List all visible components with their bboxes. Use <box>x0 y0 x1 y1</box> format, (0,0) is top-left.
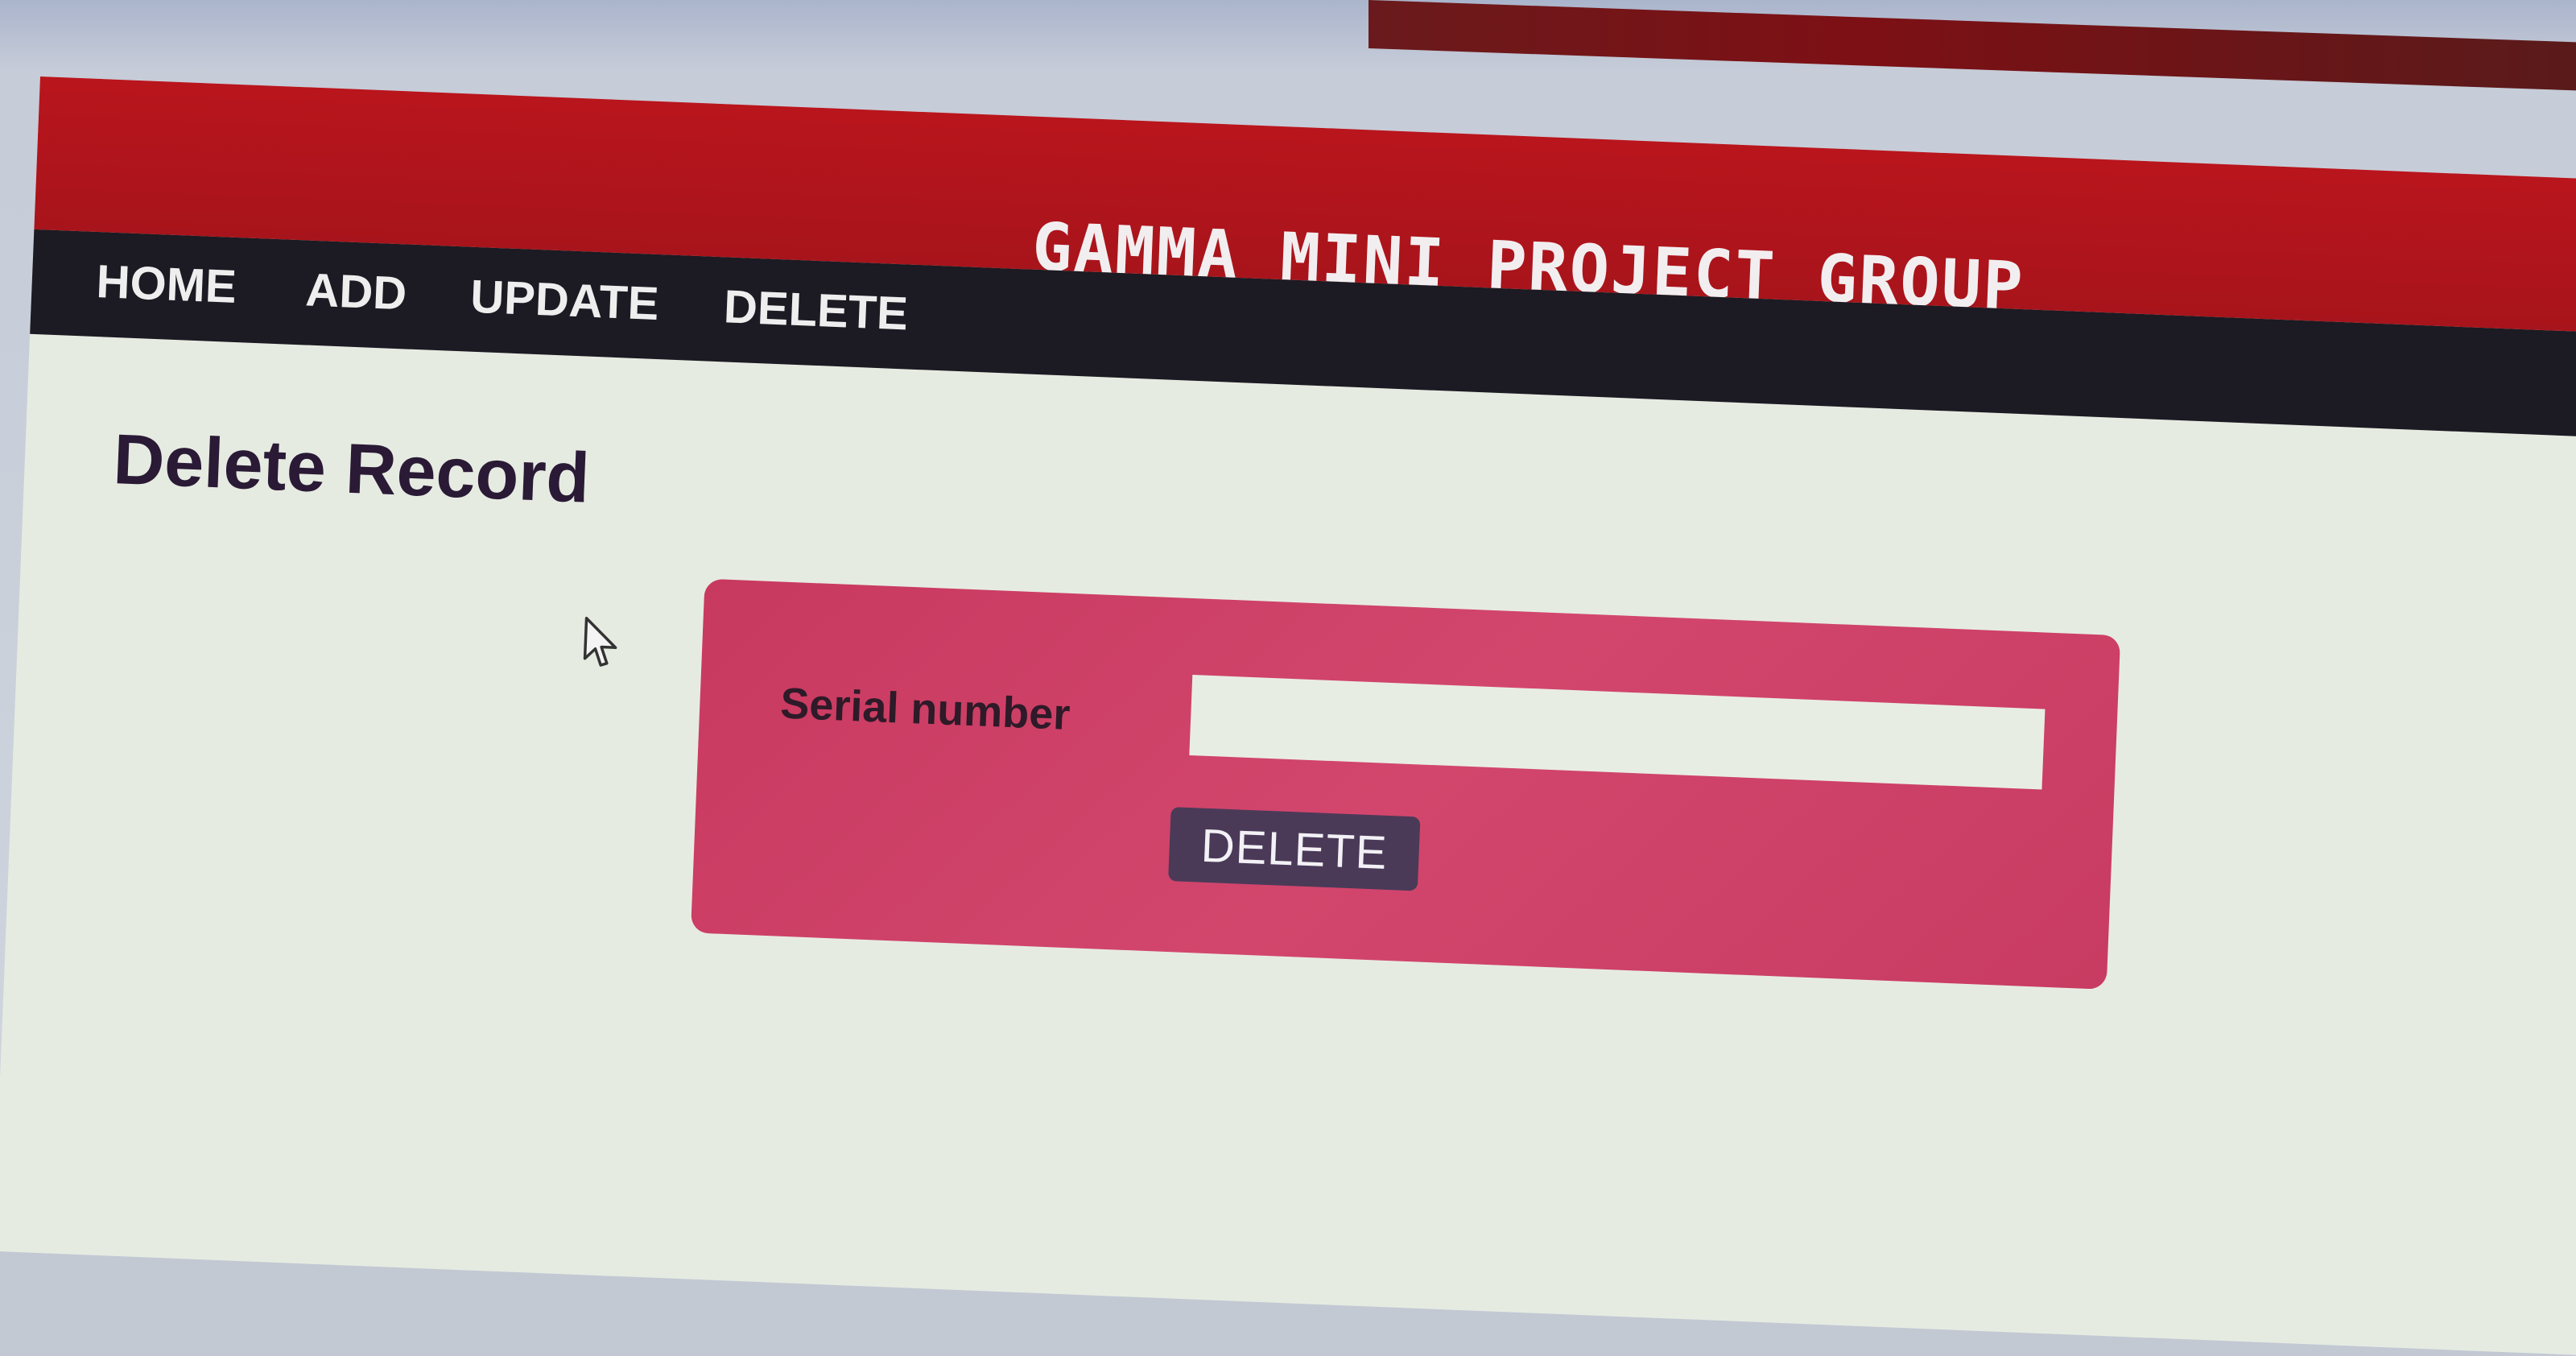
arrow-pointer-icon <box>583 617 617 667</box>
nav-item-update[interactable]: UPDATE <box>469 270 660 331</box>
delete-form-panel: Serial number DELETE <box>690 578 2121 990</box>
nav-item-home[interactable]: HOME <box>95 254 237 314</box>
delete-submit-button[interactable]: DELETE <box>1168 807 1421 891</box>
serial-number-label: Serial number <box>779 679 1071 739</box>
nav-item-add[interactable]: ADD <box>304 263 407 320</box>
browser-viewport: GAMMA MINI PROJECT GROUP HOME ADD UPDATE… <box>0 76 2576 1356</box>
serial-number-input[interactable] <box>1189 675 2046 790</box>
nav-item-delete[interactable]: DELETE <box>723 279 909 341</box>
page-title: Delete Record <box>112 419 592 518</box>
